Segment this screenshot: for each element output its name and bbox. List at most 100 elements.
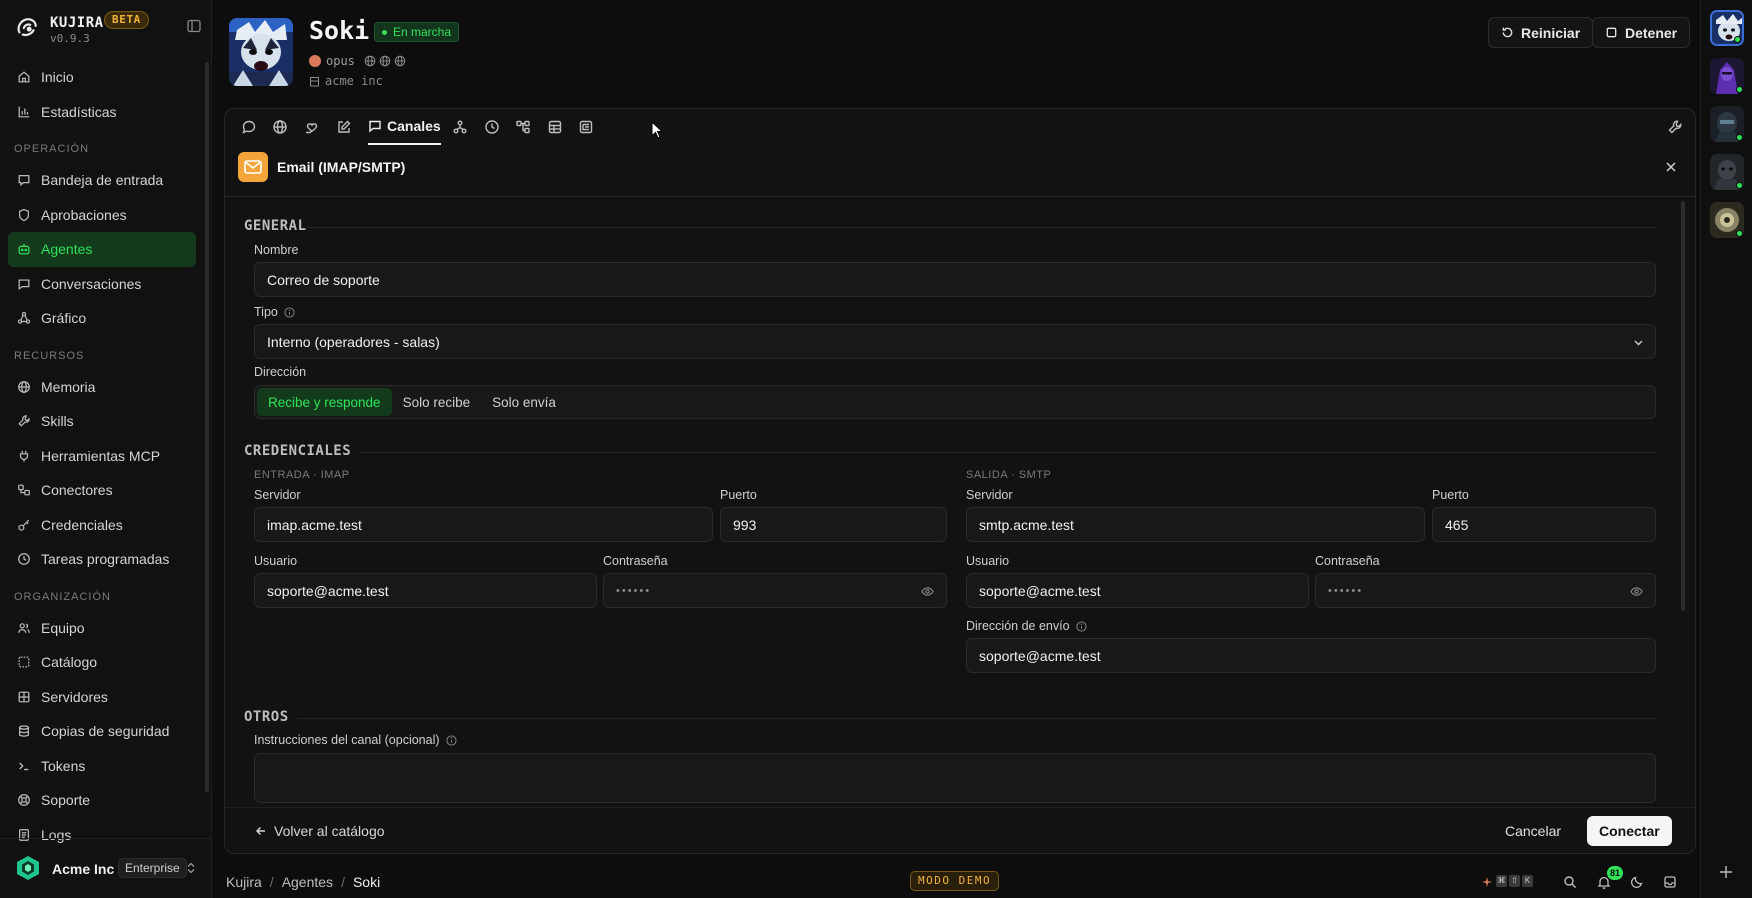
instructions-label: Instrucciones del canal (opcional) (254, 733, 457, 747)
sidebar-scrollbar[interactable] (205, 62, 209, 792)
direction-option-send-only[interactable]: Solo envía (481, 388, 567, 416)
smtp-server-input[interactable]: smtp.acme.test (966, 507, 1425, 542)
section-divider (359, 452, 1656, 453)
tab-canales[interactable]: Canales (368, 109, 441, 145)
online-dot-icon (1736, 134, 1743, 141)
name-value: Correo de soporte (267, 271, 380, 288)
instructions-textarea[interactable] (254, 753, 1656, 803)
tab-list-tree-icon[interactable] (578, 119, 594, 135)
imap-password-input[interactable]: •••••• (603, 573, 947, 608)
sidebar-item-conversaciones[interactable]: Conversaciones (8, 267, 196, 302)
sidebar-item-label: Agentes (41, 241, 93, 258)
wrench-icon[interactable] (1667, 119, 1683, 135)
sidebar-collapse-icon[interactable] (186, 18, 202, 34)
smtp-server-value: smtp.acme.test (979, 516, 1074, 533)
breadcrumb: Kujira / Agentes / Soki (226, 874, 380, 890)
smtp-user-input[interactable]: soporte@acme.test (966, 573, 1309, 608)
name-input[interactable]: Correo de soporte (254, 262, 1656, 297)
tab-edit-icon[interactable] (336, 119, 352, 135)
type-select[interactable]: Interno (operadores - salas) (254, 324, 1656, 359)
inbox-tray-icon[interactable] (1663, 875, 1677, 889)
info-icon[interactable] (1075, 620, 1087, 632)
sidebar-item-catalogo[interactable]: Catálogo (8, 645, 196, 680)
info-icon[interactable] (284, 306, 295, 318)
tab-database-icon[interactable] (547, 119, 563, 135)
close-icon[interactable] (1665, 161, 1677, 173)
sidebar-item-label: Memoria (41, 378, 96, 395)
sidebar-item-herramientas-mcp[interactable]: Herramientas MCP (8, 439, 196, 474)
type-label: Tipo (254, 305, 295, 319)
channel-header: Email (IMAP/SMTP) (225, 145, 1695, 197)
tab-globe-icon[interactable] (272, 119, 288, 135)
breadcrumb-item[interactable]: Agentes (282, 874, 333, 890)
sidebar-item-servidores[interactable]: Servidores (8, 680, 196, 715)
clock-icon (18, 553, 30, 566)
info-icon[interactable] (445, 734, 457, 746)
rail-agent-avatar[interactable] (1710, 202, 1744, 238)
sidebar-item-bandeja[interactable]: Bandeja de entrada (8, 163, 196, 198)
channel-title: Email (IMAP/SMTP) (277, 159, 406, 175)
tab-clock-icon[interactable] (484, 119, 500, 135)
imap-server-input[interactable]: imap.acme.test (254, 507, 713, 542)
sidebar-item-tareas[interactable]: Tareas programadas (8, 542, 196, 577)
sidebar-item-tokens[interactable]: Tokens (8, 749, 196, 784)
smtp-password-input[interactable]: •••••• (1315, 573, 1656, 608)
sidebar-item-grafico[interactable]: Gráfico (8, 301, 196, 336)
sidebar-item-agentes[interactable]: Agentes (8, 232, 196, 267)
sidebar-item-aprobaciones[interactable]: Aprobaciones (8, 198, 196, 233)
tab-heart-hand-icon[interactable] (304, 119, 320, 135)
imap-server-label: Servidor (254, 488, 301, 502)
tab-network-icon[interactable] (452, 119, 468, 135)
inbox-icon (18, 175, 30, 187)
cancel-button[interactable]: Cancelar (1505, 823, 1561, 839)
direction-segmented: Recibe y responde Solo recibe Solo envía (254, 385, 1656, 419)
name-label: Nombre (254, 243, 299, 257)
sidebar-item-estadisticas[interactable]: Estadísticas (8, 95, 196, 130)
sidebar-item-credenciales[interactable]: Credenciales (8, 508, 196, 543)
section-general: GENERAL (244, 218, 307, 234)
org-switcher[interactable]: Acme Inc Enterprise (0, 838, 212, 898)
moon-icon[interactable] (1630, 875, 1644, 889)
tab-tree-icon[interactable] (515, 119, 531, 135)
sidebar-item-memoria[interactable]: Memoria (8, 370, 196, 405)
imap-user-input[interactable]: soporte@acme.test (254, 573, 597, 608)
smtp-port-input[interactable]: 465 (1432, 507, 1656, 542)
rail-agent-avatar[interactable] (1710, 58, 1744, 94)
direction-option-receive-reply[interactable]: Recibe y responde (257, 388, 392, 416)
direction-option-receive-only[interactable]: Solo recibe (392, 388, 482, 416)
tab-chat-icon[interactable] (241, 119, 257, 135)
add-agent-icon[interactable] (1718, 864, 1734, 880)
status-bar: Kujira / Agentes / Soki MODO DEMO ⌘ ⇧ K … (212, 866, 1700, 898)
smtp-user-label: Usuario (966, 554, 1010, 568)
smtp-server-label: Servidor (966, 488, 1013, 502)
breadcrumb-item[interactable]: Kujira (226, 874, 262, 890)
support-icon (18, 794, 30, 807)
sidebar-item-skills[interactable]: Skills (8, 404, 196, 439)
sidebar-item-conectores[interactable]: Conectores (8, 473, 196, 508)
rail-agent-avatar[interactable] (1710, 106, 1744, 142)
connect-button[interactable]: Conectar (1587, 816, 1672, 846)
sidebar-item-label: Soporte (41, 792, 91, 809)
sidebar-item-label: Tokens (41, 757, 86, 774)
sidebar-item-equipo[interactable]: Equipo (8, 611, 196, 646)
sidebar-item-soporte[interactable]: Soporte (8, 783, 196, 818)
sidebar-item-copias[interactable]: Copias de seguridad (8, 714, 196, 749)
agent-name: Soki (309, 16, 370, 45)
restart-button[interactable]: Reiniciar (1488, 17, 1594, 48)
eye-icon[interactable] (921, 585, 934, 598)
channel-panel: Canales Email (IMAP/SMTP) GENERAL Nombre… (224, 108, 1696, 854)
sidebar-item-inicio[interactable]: Inicio (8, 60, 196, 95)
rail-agent-avatar[interactable] (1710, 10, 1744, 46)
online-dot-icon (1736, 182, 1743, 189)
search-icon[interactable] (1563, 875, 1577, 889)
kujira-logo-icon (17, 18, 37, 37)
imap-port-input[interactable]: 993 (720, 507, 947, 542)
agent-tabs: Canales (225, 109, 1695, 145)
smtp-from-input[interactable]: soporte@acme.test (966, 638, 1656, 673)
stop-button[interactable]: Detener (1592, 17, 1691, 48)
imap-port-label: Puerto (720, 488, 757, 502)
rail-agent-avatar[interactable] (1710, 154, 1744, 190)
eye-icon[interactable] (1630, 585, 1643, 598)
chevron-down-icon (1634, 340, 1643, 346)
back-to-catalog-link[interactable]: Volver al catálogo (255, 823, 385, 839)
